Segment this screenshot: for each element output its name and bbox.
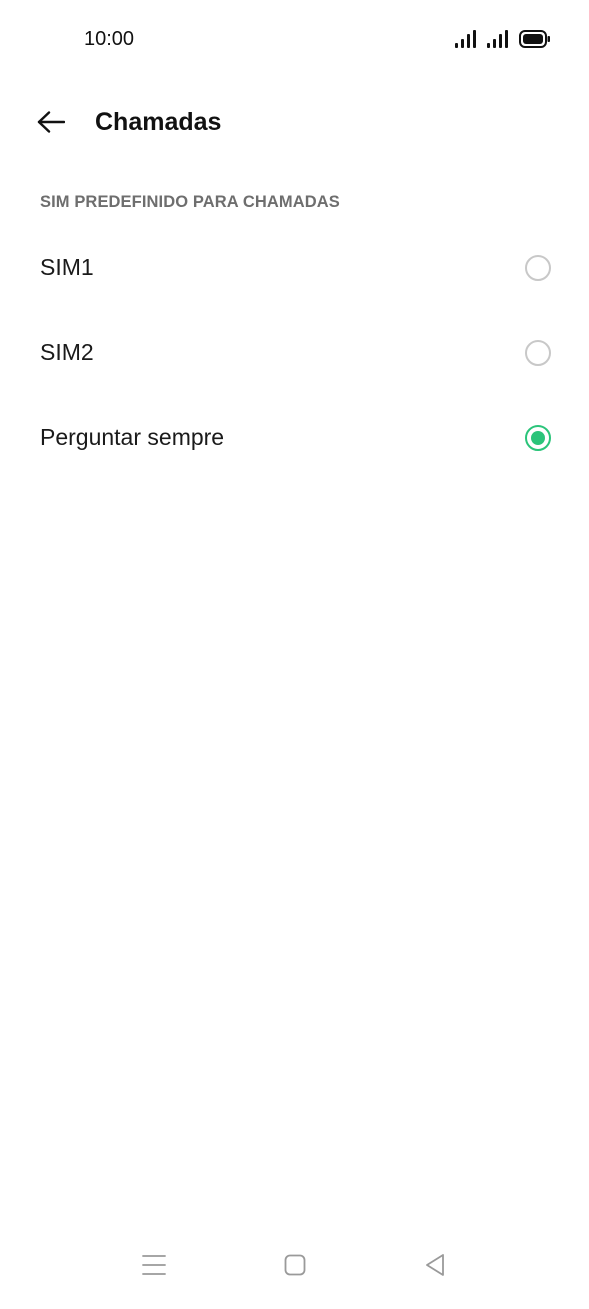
status-bar: 10:00: [0, 0, 589, 80]
signal-icon: [487, 30, 511, 48]
nav-menu-button[interactable]: [134, 1247, 174, 1287]
back-button[interactable]: [30, 104, 72, 144]
battery-icon: [519, 30, 551, 48]
radio-sim1[interactable]: [525, 254, 551, 281]
option-label: Perguntar sempre: [40, 424, 225, 450]
back-triangle-icon: [424, 1253, 446, 1282]
screen: 10:00 Chamadas SIM PREDEFINIDO PARA CHAM…: [0, 0, 589, 1309]
app-bar: Chamadas: [0, 96, 589, 152]
status-time: 10:00: [84, 28, 135, 50]
arrow-left-icon: [37, 110, 66, 138]
nav-home-button[interactable]: [275, 1247, 315, 1287]
radio-sim2[interactable]: [525, 339, 551, 366]
option-always-ask[interactable]: Perguntar sempre: [0, 395, 589, 480]
nav-back-button[interactable]: [415, 1247, 455, 1287]
status-icons: [455, 28, 551, 50]
menu-icon: [142, 1254, 166, 1281]
navigation-bar: [0, 1233, 589, 1309]
radio-always-ask[interactable]: [525, 424, 551, 451]
sim-option-list: SIM1 SIM2 Perguntar sempre: [0, 225, 589, 480]
signal-icon: [455, 30, 479, 48]
option-label: SIM1: [40, 254, 94, 280]
option-label: SIM2: [40, 339, 94, 365]
page-title: Chamadas: [95, 108, 222, 136]
option-sim1[interactable]: SIM1: [0, 225, 589, 310]
option-sim2[interactable]: SIM2: [0, 310, 589, 395]
home-square-icon: [284, 1254, 306, 1281]
section-header: SIM PREDEFINIDO PARA CHAMADAS: [40, 193, 340, 211]
